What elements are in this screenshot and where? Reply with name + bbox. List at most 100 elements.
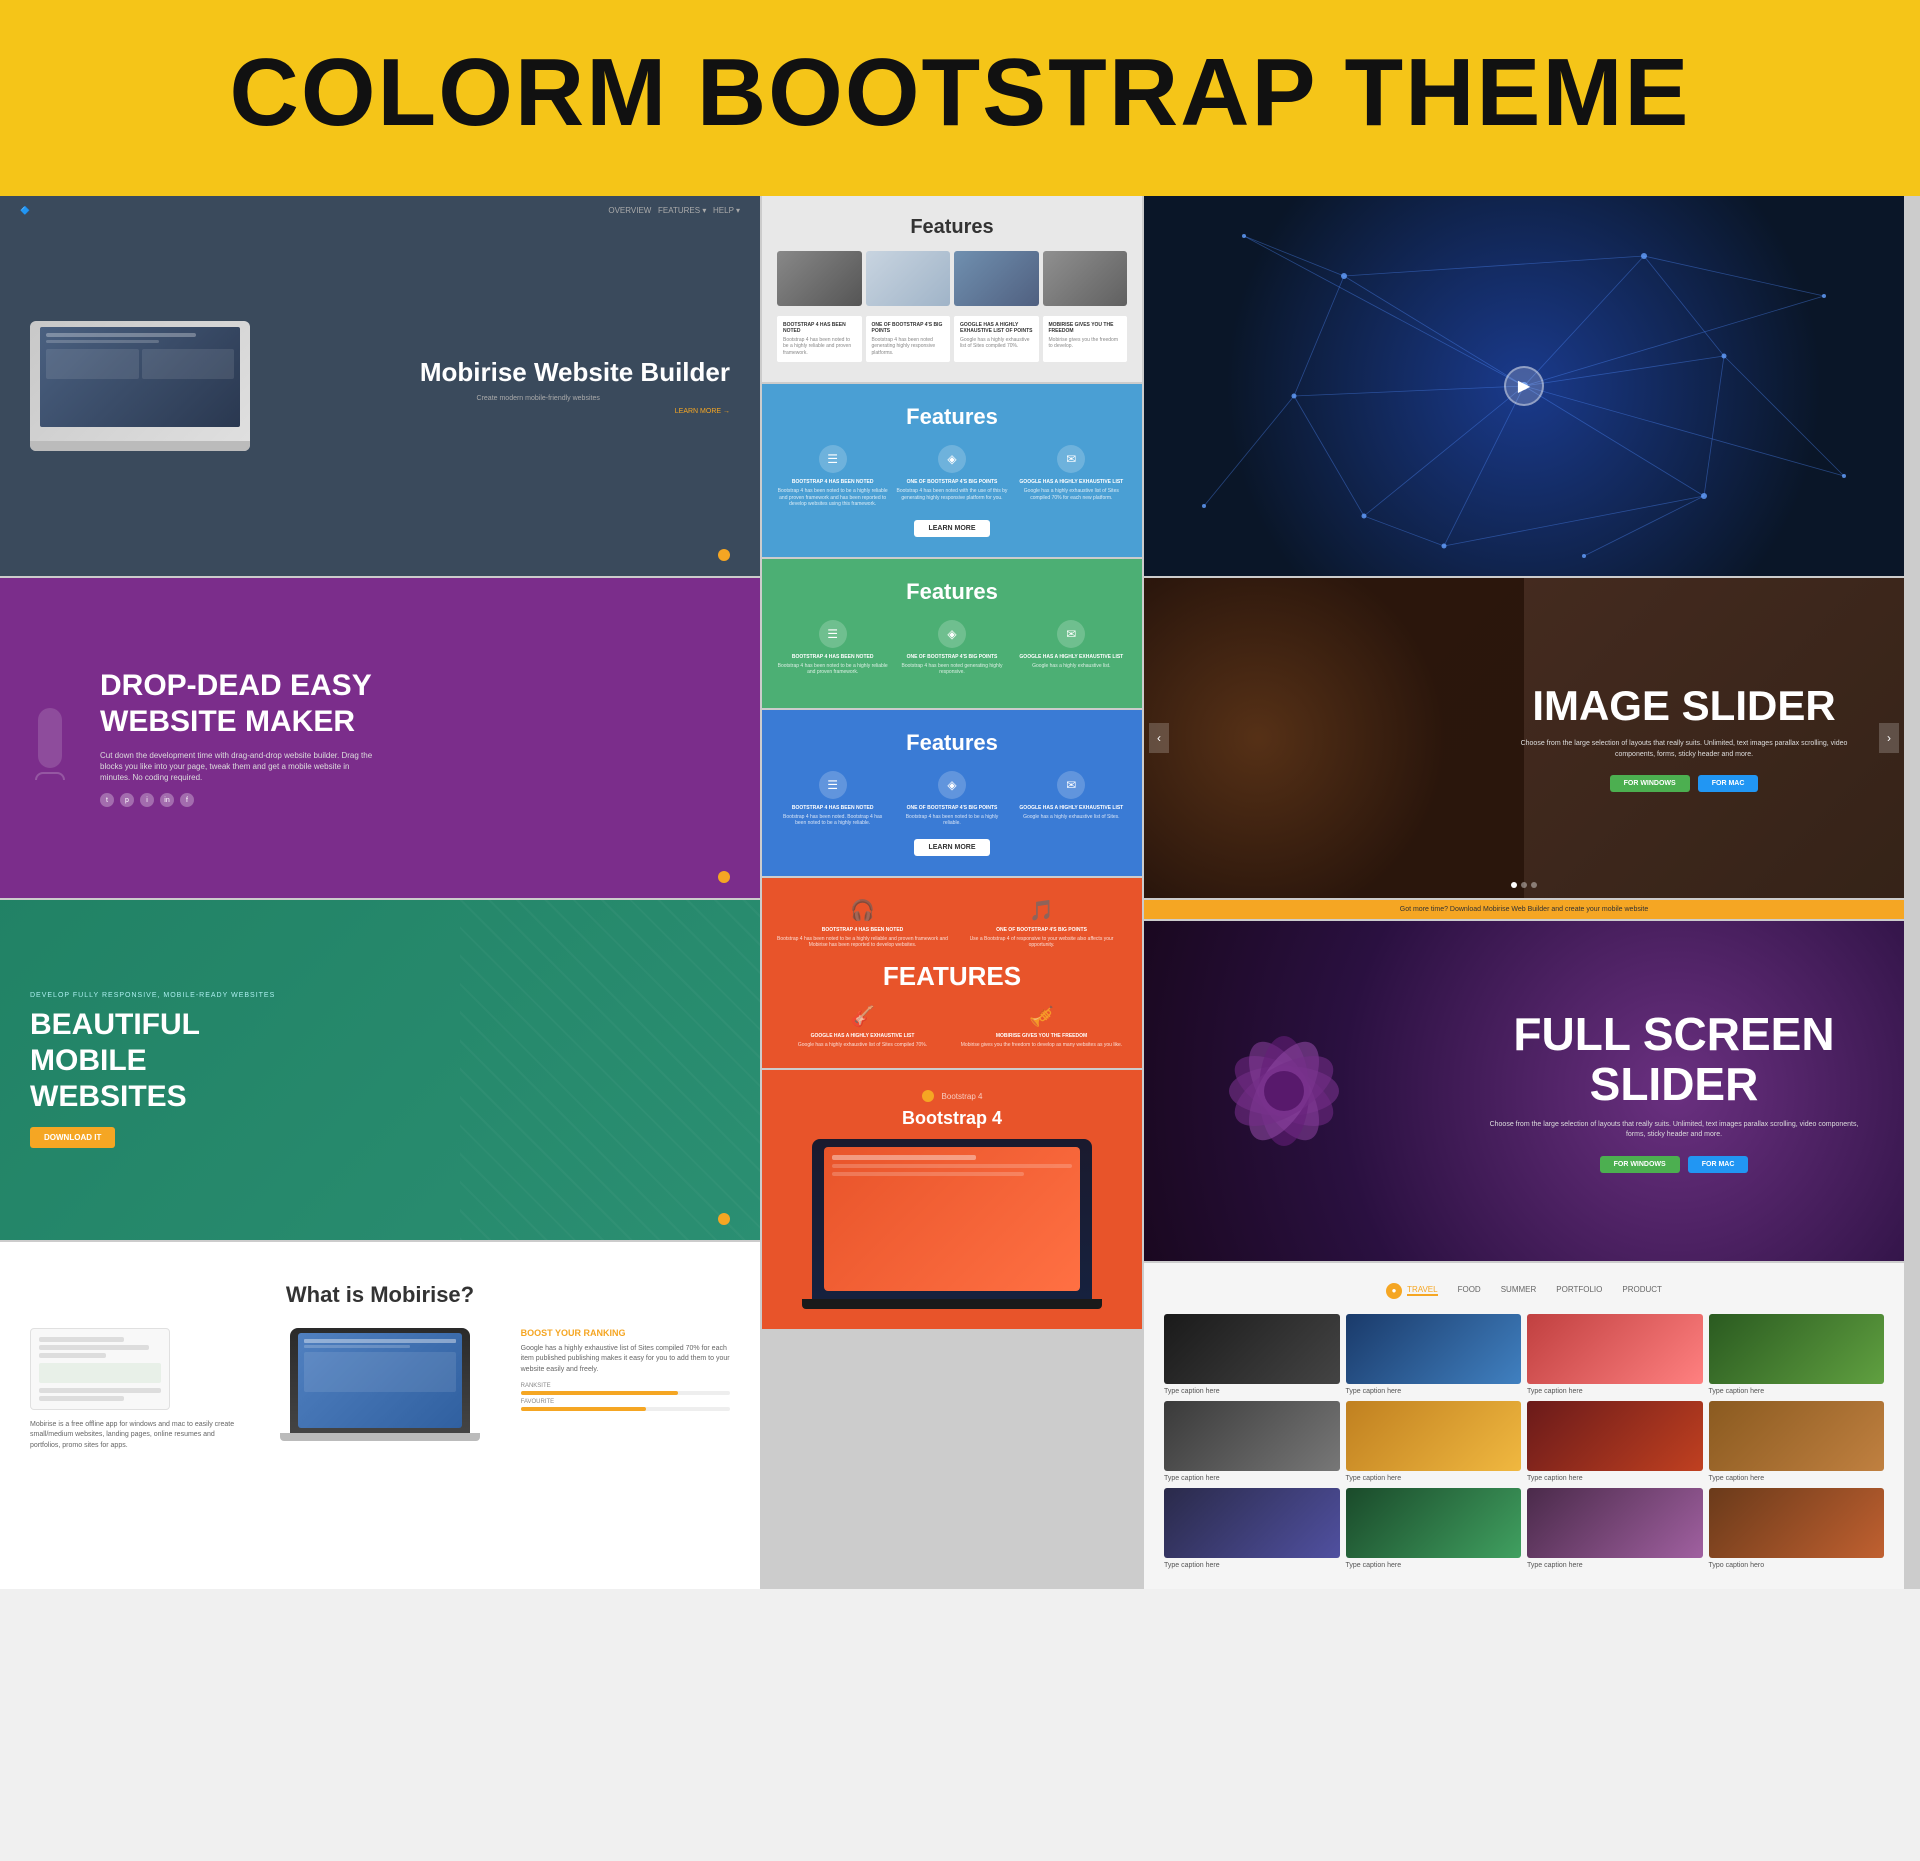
- laptop-image: [280, 1328, 480, 1448]
- laptop-visual: [30, 321, 250, 451]
- slider-dot-3[interactable]: [1531, 882, 1537, 888]
- facebook-icon[interactable]: f: [180, 793, 194, 807]
- feat-col-4-2-title: ONE OF BOOTSTRAP 4'S BIG POINTS: [907, 805, 998, 811]
- gallery-thumb-7[interactable]: [1527, 1401, 1703, 1471]
- features-panel-5: 🎧 BOOTSTRAP 4 HAS BEEN NOTED Bootstrap 4…: [762, 878, 1142, 1069]
- what-is-text: Mobirise is a free offline app for windo…: [30, 1328, 239, 1452]
- slider-dot-2[interactable]: [1521, 882, 1527, 888]
- orange-dot-2: [718, 871, 730, 883]
- features-5-top: 🎧 BOOTSTRAP 4 HAS BEEN NOTED Bootstrap 4…: [777, 898, 1127, 949]
- feat-col-2-1-title: BOOTSTRAP 4 HAS BEEN NOTED: [792, 479, 874, 485]
- feat-col-5-1: 🎧 BOOTSTRAP 4 HAS BEEN NOTED Bootstrap 4…: [777, 898, 948, 949]
- feat-icon-5-4: 🎺: [1029, 1004, 1054, 1029]
- gallery-item-7: Type caption here: [1527, 1401, 1703, 1482]
- gallery-thumb-1[interactable]: [1164, 1314, 1340, 1384]
- gallery-thumb-10[interactable]: [1346, 1488, 1522, 1558]
- gallery-thumb-4[interactable]: [1709, 1314, 1885, 1384]
- slider-arrow-left[interactable]: ‹: [1149, 723, 1169, 753]
- feat-col-4-2-text: Bootstrap 4 has been noted to be a highl…: [896, 814, 1007, 827]
- gallery-item-5: Type caption here: [1164, 1401, 1340, 1482]
- progress-track-2: [521, 1407, 730, 1411]
- bootstrap-label: Bootstrap 4: [942, 1092, 983, 1101]
- panel-image-slider: ‹ › IMAGE SLIDER Choose from the large s…: [1144, 578, 1904, 898]
- main-grid: 🔷 OVERVIEW FEATURES ▾ HELP ▾: [0, 196, 1920, 1589]
- slider-desc: Choose from the large selection of layou…: [1504, 739, 1864, 760]
- feat-card-3-title: GOOGLE HAS A HIGHLY EXHAUSTIVE LIST OF P…: [960, 322, 1033, 334]
- right-column: ▶ ‹ › IMAGE SLIDER Choose from the large…: [1144, 196, 1904, 1589]
- features-5-bottom: 🎸 GOOGLE HAS A HIGHLY EXHAUSTIVE LIST Go…: [777, 1004, 1127, 1049]
- fullscreen-win-button[interactable]: FOR WINDOWS: [1600, 1156, 1680, 1173]
- feat-col-5-2-text: Use a Bootstrap 4 of responsive to your …: [956, 936, 1127, 949]
- laptop-base: [30, 441, 250, 451]
- feat-col-4-2: ◈ ONE OF BOOTSTRAP 4'S BIG POINTS Bootst…: [896, 771, 1007, 827]
- feat-col-4-3: ✉ GOOGLE HAS A HIGHLY EXHAUSTIVE LIST Go…: [1016, 771, 1127, 827]
- instagram-icon[interactable]: i: [140, 793, 154, 807]
- feat-icon-4-3: ✉: [1057, 771, 1085, 799]
- feat-col-3-3-text: Google has a highly exhaustive list.: [1032, 663, 1110, 670]
- pinterest-icon[interactable]: p: [120, 793, 134, 807]
- feat-col-3-1-title: BOOTSTRAP 4 HAS BEEN NOTED: [792, 654, 874, 660]
- learn-more-btn-4[interactable]: LEARN MORE: [914, 839, 989, 856]
- gallery-thumb-12[interactable]: [1709, 1488, 1885, 1558]
- gallery-thumb-2[interactable]: [1346, 1314, 1522, 1384]
- slider-mac-button[interactable]: FOR MAC: [1698, 775, 1759, 792]
- purple-microphone: [20, 638, 80, 838]
- social-icons: t p i in f: [100, 793, 730, 807]
- progress-label-2: FAVOURITE: [521, 1399, 730, 1405]
- gallery-nav-summer[interactable]: SUMMER: [1501, 1285, 1537, 1296]
- gallery-item-9: Type caption here: [1164, 1488, 1340, 1569]
- feat-col-5-1-text: Bootstrap 4 has been noted to be a highl…: [777, 936, 948, 949]
- gallery-item-4: Type caption here: [1709, 1314, 1885, 1395]
- features-4-cols: ☰ BOOTSTRAP 4 HAS BEEN NOTED Bootstrap 4…: [777, 771, 1127, 827]
- gallery-row-3: Type caption here Type caption here Type…: [1164, 1488, 1884, 1569]
- gallery-nav-food[interactable]: FOOD: [1458, 1285, 1481, 1296]
- feat-card-4-title: MOBIRISE GIVES YOU THE FREEDOM: [1049, 322, 1122, 334]
- feat-icon-4-1: ☰: [819, 771, 847, 799]
- gallery-item-11: Type caption here: [1527, 1488, 1703, 1569]
- teal-heading: BEAUTIFUL MOBILE WEBSITES: [30, 1007, 310, 1115]
- download-button[interactable]: DOWNLOAD IT: [30, 1127, 115, 1148]
- slider-wood-bg: [1144, 578, 1524, 898]
- gallery-thumb-11[interactable]: [1527, 1488, 1703, 1558]
- features-panel-2: Features ☰ BOOTSTRAP 4 HAS BEEN NOTED Bo…: [762, 384, 1142, 557]
- linkedin-icon[interactable]: in: [160, 793, 174, 807]
- gallery-thumb-3[interactable]: [1527, 1314, 1703, 1384]
- nav-bar: 🔷 OVERVIEW FEATURES ▾ HELP ▾: [0, 206, 760, 215]
- gallery-nav-portfolio[interactable]: PORTFOLIO: [1556, 1285, 1602, 1296]
- feat-card-1-text: Bootstrap 4 has been noted to be a highl…: [783, 337, 856, 357]
- gallery-thumb-6[interactable]: [1346, 1401, 1522, 1471]
- features-bottom-laptop: Bootstrap 4 Bootstrap 4: [762, 1070, 1142, 1329]
- gallery-thumb-8[interactable]: [1709, 1401, 1885, 1471]
- gallery-caption-2: Type caption here: [1346, 1388, 1522, 1395]
- play-button[interactable]: ▶: [1504, 366, 1544, 406]
- feat-icon-2-3: ✉: [1057, 445, 1085, 473]
- gallery-thumb-9[interactable]: [1164, 1488, 1340, 1558]
- feat-icon-5-2: 🎵: [1029, 898, 1054, 923]
- feat-col-2-2: ◈ ONE OF BOOTSTRAP 4'S BIG POINTS Bootst…: [896, 445, 1007, 508]
- feat-col-3-1-text: Bootstrap 4 has been noted to be a highl…: [777, 663, 888, 676]
- slider-content: IMAGE SLIDER Choose from the large selec…: [1484, 663, 1884, 812]
- feat-card-1: BOOTSTRAP 4 HAS BEEN NOTED Bootstrap 4 h…: [777, 316, 862, 363]
- learn-more-btn-2[interactable]: LEARN MORE: [914, 520, 989, 537]
- gallery-nav-product[interactable]: PRODUCT: [1622, 1285, 1662, 1296]
- feat-col-3-2: ◈ ONE OF BOOTSTRAP 4'S BIG POINTS Bootst…: [896, 620, 1007, 676]
- feat-card-3: GOOGLE HAS A HIGHLY EXHAUSTIVE LIST OF P…: [954, 316, 1039, 363]
- feat-col-4-1-text: Bootstrap 4 has been noted. Bootstrap 4 …: [777, 814, 888, 827]
- feature-cards-grid: BOOTSTRAP 4 HAS BEEN NOTED Bootstrap 4 h…: [777, 316, 1127, 363]
- gallery-nav-travel[interactable]: TRAVEL: [1407, 1285, 1438, 1296]
- gallery-logo: ●: [1386, 1283, 1402, 1299]
- gallery-thumb-5[interactable]: [1164, 1401, 1340, 1471]
- slider-arrow-right[interactable]: ›: [1879, 723, 1899, 753]
- fullscreen-mac-button[interactable]: FOR MAC: [1688, 1156, 1749, 1173]
- feat-col-5-2: 🎵 ONE OF BOOTSTRAP 4'S BIG POINTS Use a …: [956, 898, 1127, 949]
- mobirise-title-block: Mobirise Website Builder Create modern m…: [400, 356, 730, 416]
- laptop-bottom: [280, 1433, 480, 1441]
- slider-dot-1[interactable]: [1511, 882, 1517, 888]
- feat-col-4-3-title: GOOGLE HAS A HIGHLY EXHAUSTIVE LIST: [1019, 805, 1123, 811]
- progress-fill-1: [521, 1391, 678, 1395]
- learn-more-link[interactable]: LEARN MORE →: [420, 408, 730, 415]
- twitter-icon[interactable]: t: [100, 793, 114, 807]
- gallery-caption-10: Type caption here: [1346, 1562, 1522, 1569]
- laptop-screen-inner: [298, 1333, 462, 1428]
- slider-win-button[interactable]: FOR WINDOWS: [1610, 775, 1690, 792]
